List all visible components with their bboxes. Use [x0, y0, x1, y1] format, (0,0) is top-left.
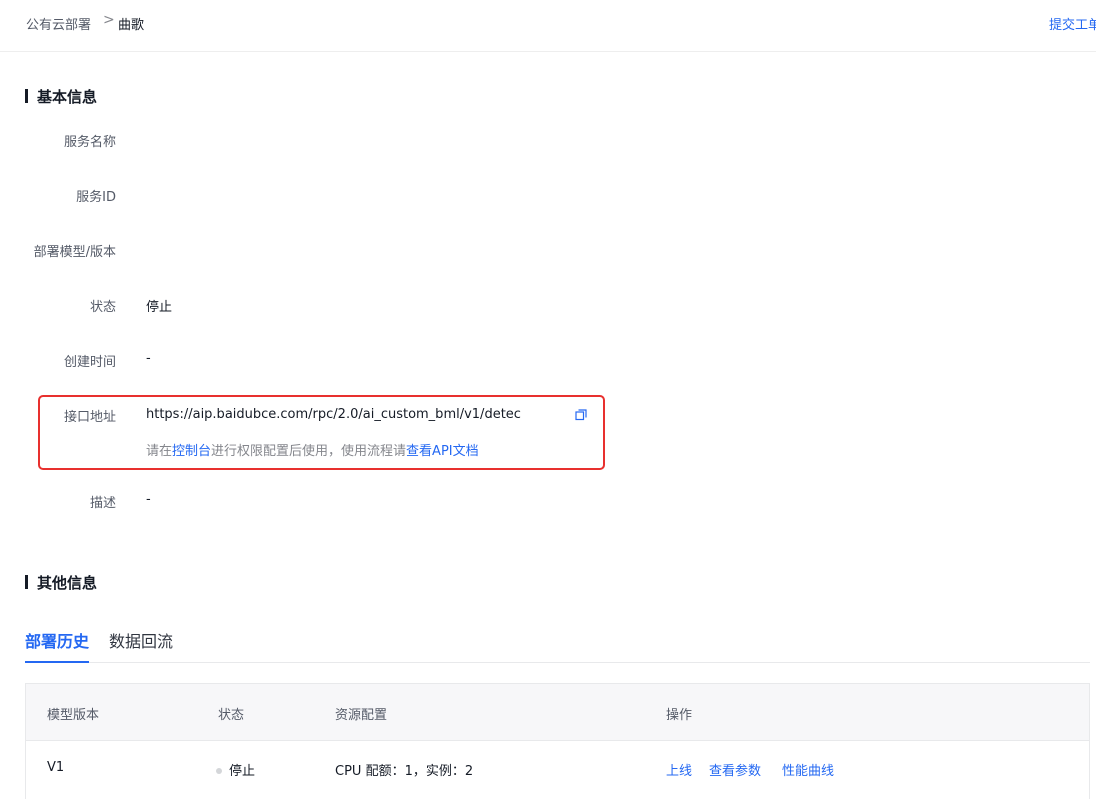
column-header-actions: 操作: [666, 708, 693, 723]
row-status: 停止: [216, 760, 255, 779]
performance-curve-button[interactable]: 性能曲线: [782, 760, 834, 779]
description-value: -: [146, 492, 151, 507]
status-value: 停止: [146, 300, 173, 315]
basic-info-title: 基本信息: [25, 86, 97, 107]
api-doc-link[interactable]: 查看API文档: [406, 444, 479, 459]
created-time-value: -: [146, 351, 151, 366]
other-info-title: 其他信息: [25, 572, 97, 593]
other-info-tabs: 部署历史 数据回流: [25, 623, 1090, 663]
description-label: 描述: [89, 496, 116, 511]
copy-icon[interactable]: [575, 409, 587, 421]
row-resources: CPU 配额：1，实例：2: [335, 764, 474, 779]
deploy-history-table: 模型版本 状态 资源配置 操作 V1 停止 CPU 配额：1，实例：2 上线 查…: [25, 683, 1090, 799]
table-header: 模型版本 状态 资源配置 操作: [26, 684, 1089, 741]
row-version: V1: [47, 760, 65, 775]
row-status-text: 停止: [229, 764, 256, 779]
api-address-hint: 请在控制台进行权限配置后使用，使用流程请查看API文档: [146, 440, 479, 459]
top-bar: 公有云部署 > 曲歌 提交工单: [0, 0, 1096, 52]
status-dot-icon: [216, 767, 222, 774]
api-address-url: https://aip.baidubce.com/rpc/2.0/ai_cust…: [146, 407, 521, 422]
tab-data-return[interactable]: 数据回流: [109, 628, 173, 652]
hint-middle: 进行权限配置后使用，使用流程请: [211, 444, 407, 459]
api-address-label: 接口地址: [63, 410, 116, 425]
model-version-label: 部署模型/版本: [33, 245, 116, 260]
created-time-label: 创建时间: [63, 355, 116, 370]
online-button[interactable]: 上线: [666, 760, 692, 779]
breadcrumb-current: 曲歌: [118, 18, 145, 33]
submit-ticket-link[interactable]: 提交工单: [1049, 14, 1096, 33]
column-header-resources: 资源配置: [335, 708, 388, 723]
view-params-button[interactable]: 查看参数: [709, 760, 761, 779]
breadcrumb-root[interactable]: 公有云部署: [26, 14, 91, 33]
service-id-label: 服务ID: [76, 190, 116, 205]
service-name-label: 服务名称: [63, 135, 116, 150]
column-header-version: 模型版本: [47, 708, 100, 723]
tab-deploy-history[interactable]: 部署历史: [25, 628, 90, 663]
status-label: 状态: [89, 300, 116, 315]
console-link[interactable]: 控制台: [172, 444, 211, 459]
column-header-status: 状态: [218, 708, 245, 723]
hint-prefix: 请在: [146, 444, 173, 459]
breadcrumb-separator-icon: >: [103, 12, 115, 28]
